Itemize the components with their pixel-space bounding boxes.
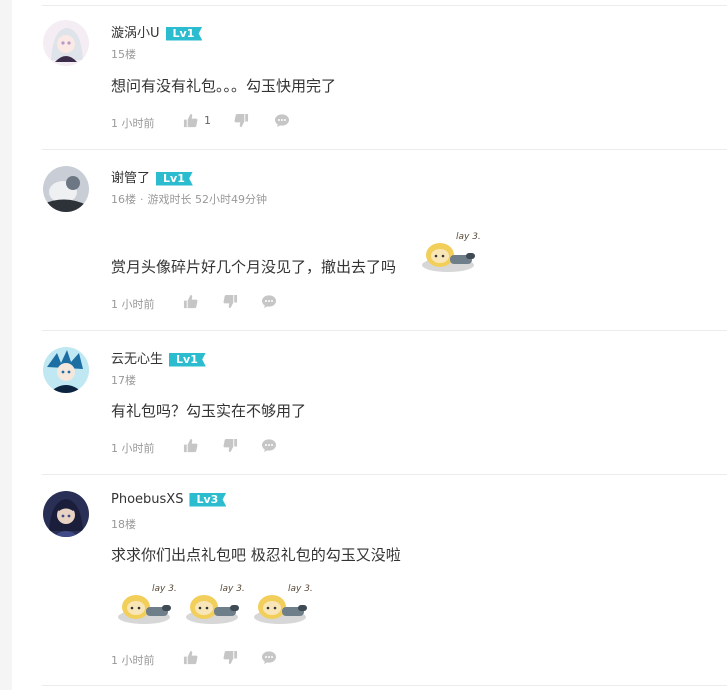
thumbs-down-icon: [223, 438, 238, 453]
username[interactable]: 谢管了 Lv1: [111, 167, 193, 186]
thumbs-up-icon: [183, 113, 198, 128]
thumbs-down-icon: [223, 294, 238, 309]
avatar[interactable]: [43, 347, 89, 393]
comment-item: 漩涡小U Lv1 15楼 想问有没有礼包。。。勾玉快用完了 1 小时前 1: [12, 0, 727, 150]
like-button[interactable]: [183, 650, 198, 665]
divider: [42, 685, 727, 686]
username[interactable]: PhoebusXS Lv3: [111, 492, 227, 507]
username[interactable]: 云无心生 Lv1: [111, 348, 206, 367]
speech-bubble-icon: [275, 114, 289, 127]
avatar[interactable]: [43, 20, 89, 66]
comment-text: 赏月头像碎片好几个月没见了，撤出去了吗: [111, 258, 397, 276]
speech-bubble-icon: [262, 439, 276, 452]
dislike-button[interactable]: [223, 294, 238, 312]
sticker-emoji: [254, 584, 312, 624]
username-text[interactable]: PhoebusXS: [111, 492, 183, 507]
meta-separator: ·: [140, 193, 144, 206]
timestamp: 1 小时前: [111, 442, 155, 455]
avatar[interactable]: [43, 166, 89, 212]
like-button[interactable]: [183, 438, 198, 453]
thumbs-down-icon: [234, 113, 249, 128]
sticker-emoji: [422, 232, 480, 272]
action-row: 1 小时前 1: [111, 113, 311, 131]
reply-button[interactable]: [262, 439, 276, 455]
like-count: 1: [204, 114, 211, 127]
playtime-value: 52小时49分钟: [195, 193, 267, 206]
thumbs-down-icon: [223, 650, 238, 665]
comment-text: 有礼包吗？勾玉实在不够用了: [111, 402, 307, 420]
comment-item: PhoebusXS Lv3 18楼 求求你们出点礼包吧 极忍礼包的勾玉又没啦 1 …: [12, 475, 727, 690]
comment-item: 云无心生 Lv1 17楼 有礼包吗？勾玉实在不够用了 1 小时前: [12, 331, 727, 475]
reply-button[interactable]: [275, 114, 289, 130]
action-row: 1 小时前: [111, 294, 311, 312]
reply-button[interactable]: [262, 651, 276, 667]
username[interactable]: 漩涡小U Lv1: [111, 22, 203, 41]
dislike-button[interactable]: [223, 650, 238, 668]
username-text[interactable]: 漩涡小U: [111, 26, 160, 41]
sticker-emoji: [186, 584, 244, 624]
thumbs-up-icon: [183, 438, 198, 453]
thumbs-up-icon: [183, 294, 198, 309]
avatar[interactable]: [43, 491, 89, 537]
action-row: 1 小时前: [111, 438, 311, 456]
floor-number: 16楼: [111, 193, 136, 206]
comment-meta: 18楼: [111, 516, 136, 532]
comment-panel: 漩涡小U Lv1 15楼 想问有没有礼包。。。勾玉快用完了 1 小时前 1 谢管…: [12, 0, 727, 690]
like-button[interactable]: [183, 294, 198, 309]
level-badge: Lv1: [156, 171, 193, 186]
comment-meta: 15楼: [111, 46, 136, 62]
floor-number: 17楼: [111, 374, 136, 387]
comment-meta: 17楼: [111, 372, 136, 388]
floor-number: 18楼: [111, 518, 136, 531]
comment-text: 求求你们出点礼包吧 极忍礼包的勾玉又没啦: [111, 546, 401, 564]
dislike-button[interactable]: [234, 113, 249, 131]
level-badge: Lv1: [169, 352, 206, 367]
dislike-button[interactable]: [223, 438, 238, 456]
timestamp: 1 小时前: [111, 117, 155, 130]
floor-number: 15楼: [111, 48, 136, 61]
thumbs-up-icon: [183, 650, 198, 665]
timestamp: 1 小时前: [111, 298, 155, 311]
playtime-label: 游戏时长: [147, 193, 192, 206]
username-text[interactable]: 云无心生: [111, 352, 163, 367]
action-row: 1 小时前: [111, 650, 311, 668]
level-badge: Lv1: [165, 26, 203, 41]
reply-button[interactable]: [262, 295, 276, 311]
comment-meta: 16楼 · 游戏时长 52小时49分钟: [111, 191, 267, 207]
speech-bubble-icon: [262, 651, 276, 664]
comment-item: 谢管了 Lv1 16楼 · 游戏时长 52小时49分钟 赏月头像碎片好几个月没见了，撤…: [12, 150, 727, 331]
level-badge: Lv3: [189, 492, 227, 507]
comment-text: 想问有没有礼包。。。勾玉快用完了: [111, 77, 337, 95]
speech-bubble-icon: [262, 295, 276, 308]
timestamp: 1 小时前: [111, 654, 155, 667]
like-button[interactable]: 1: [183, 113, 211, 128]
sticker-emoji: [118, 584, 176, 624]
username-text[interactable]: 谢管了: [111, 171, 150, 186]
